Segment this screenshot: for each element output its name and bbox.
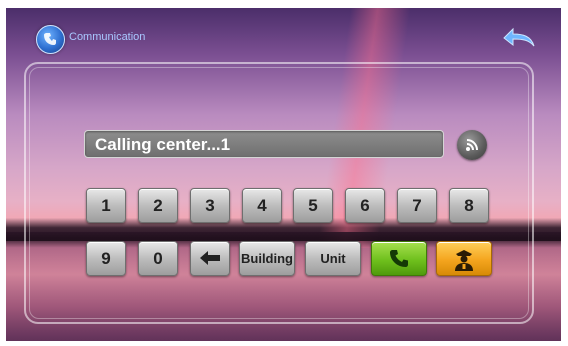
phone-bubble-icon: [36, 25, 65, 54]
building-button[interactable]: Building: [239, 241, 295, 276]
backspace-arrow-icon: [200, 251, 220, 265]
app-title: Communication: [69, 31, 146, 43]
call-status-text: Calling center...1: [95, 135, 231, 154]
key-5[interactable]: 5: [293, 188, 333, 223]
key-7[interactable]: 7: [397, 188, 437, 223]
unit-button[interactable]: Unit: [305, 241, 361, 276]
call-display: Calling center...1: [84, 130, 444, 158]
key-4[interactable]: 4: [242, 188, 282, 223]
key-8[interactable]: 8: [449, 188, 489, 223]
key-2[interactable]: 2: [138, 188, 178, 223]
wifi-signal-icon[interactable]: [457, 130, 487, 160]
phone-call-icon: [390, 250, 408, 267]
backspace-button[interactable]: [190, 241, 230, 276]
key-9[interactable]: 9: [86, 241, 126, 276]
security-guard-icon: [455, 250, 473, 271]
guard-button[interactable]: [436, 241, 492, 276]
key-1[interactable]: 1: [86, 188, 126, 223]
call-button[interactable]: [371, 241, 427, 276]
back-arrow-icon[interactable]: [501, 26, 537, 52]
key-3[interactable]: 3: [190, 188, 230, 223]
key-0[interactable]: 0: [138, 241, 178, 276]
key-6[interactable]: 6: [345, 188, 385, 223]
